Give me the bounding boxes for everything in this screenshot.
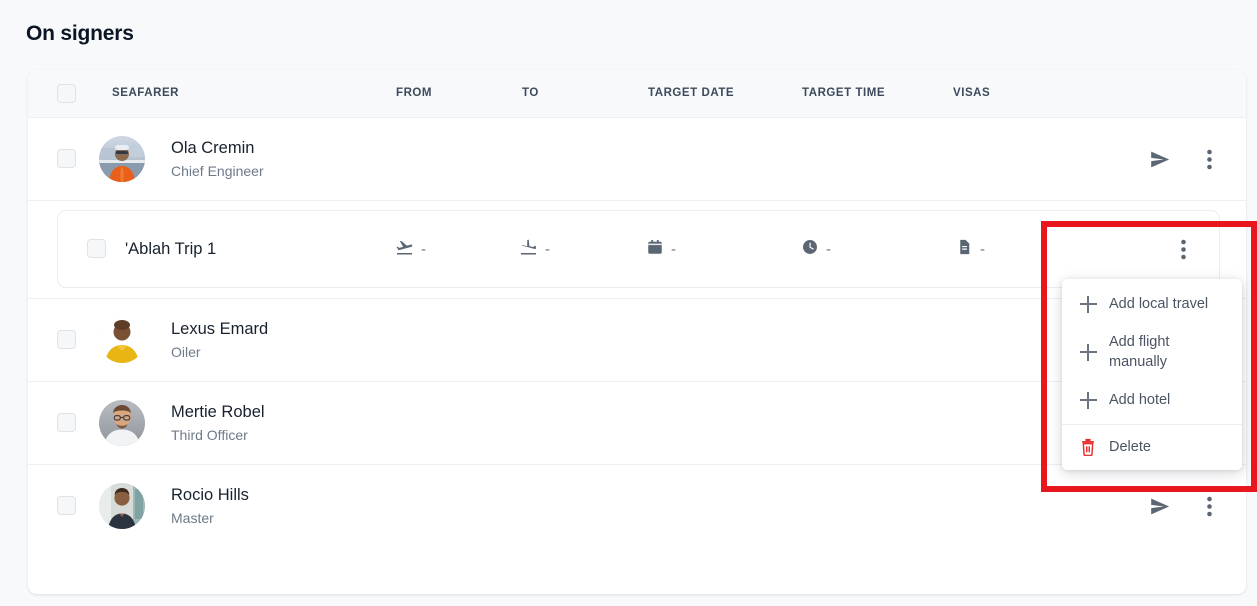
menu-item-delete[interactable]: Delete [1062, 428, 1242, 466]
row-actions [1146, 493, 1222, 519]
menu-divider [1062, 424, 1242, 425]
avatar [99, 136, 145, 182]
page-title: On signers [26, 22, 134, 45]
kebab-menu-icon[interactable] [1196, 493, 1222, 519]
trip-target-time-value: - [826, 240, 831, 258]
avatar [99, 483, 145, 529]
seafarer-rank: Master [171, 509, 214, 526]
trash-icon [1080, 438, 1097, 456]
kebab-menu-icon[interactable] [1196, 146, 1222, 172]
row-select-checkbox[interactable] [57, 496, 76, 515]
column-header-visas: VISAS [953, 87, 991, 99]
trip-card[interactable]: 'Ablah Trip 1 - - - - - [57, 210, 1220, 288]
table-row[interactable]: Rocio Hills Master [28, 465, 1246, 547]
trip-target-date-value: - [671, 240, 676, 258]
column-header-target-time: TARGET TIME [802, 87, 886, 99]
trip-select-checkbox[interactable] [87, 239, 106, 258]
trip-name: 'Ablah Trip 1 [125, 240, 217, 258]
seafarer-name: Mertie Robel [171, 402, 265, 421]
trip-visas-value: - [980, 240, 985, 258]
column-header-to: TO [522, 87, 539, 99]
seafarer-identity: Mertie Robel Third Officer [171, 400, 265, 446]
plus-icon [1080, 343, 1097, 361]
row-select-checkbox[interactable] [57, 149, 76, 168]
menu-item-label: Add hotel [1109, 392, 1171, 408]
trip-cell-to: - [519, 238, 550, 262]
trip-cell-from: - [395, 238, 426, 262]
menu-item-add-hotel[interactable]: Add hotel [1062, 381, 1242, 419]
menu-item-add-flight-manually[interactable]: Add flight manually [1062, 323, 1242, 381]
seafarer-identity: Rocio Hills Master [171, 483, 249, 529]
send-icon[interactable] [1146, 493, 1172, 519]
menu-item-label: Add flight manually [1109, 334, 1170, 370]
avatar [99, 400, 145, 446]
row-actions [1146, 146, 1222, 172]
seafarer-name: Rocio Hills [171, 485, 249, 504]
calendar-icon [646, 238, 664, 261]
table-row[interactable]: Ola Cremin Chief Engineer [28, 118, 1246, 201]
column-header-from: FROM [396, 87, 433, 99]
seafarer-rank: Chief Engineer [171, 162, 264, 179]
column-header-seafarer: SEAFARER [112, 87, 180, 99]
seafarer-identity: Lexus Emard Oiler [171, 317, 268, 363]
trip-kebab-menu-icon[interactable] [1170, 236, 1196, 262]
trip-context-menu: Add local travel Add flight manually Add… [1062, 279, 1242, 470]
menu-item-label: Delete [1109, 439, 1151, 455]
seafarer-rank: Third Officer [171, 426, 248, 443]
seafarer-identity: Ola Cremin Chief Engineer [171, 136, 264, 182]
column-header-target-date: TARGET DATE [648, 87, 735, 99]
seafarer-name: Lexus Emard [171, 319, 269, 338]
avatar [99, 317, 145, 363]
table-header-row: SEAFARER FROM TO TARGET DATE TARGET TIME… [28, 70, 1246, 118]
trip-cell-target-date: - [646, 238, 676, 261]
menu-item-add-local-travel[interactable]: Add local travel [1062, 285, 1242, 323]
document-icon [955, 238, 973, 261]
row-select-checkbox[interactable] [57, 330, 76, 349]
trip-cell-visas: - [955, 238, 985, 261]
seafarer-name: Ola Cremin [171, 138, 255, 157]
flight-takeoff-icon [395, 238, 414, 262]
trip-from-value: - [421, 241, 426, 258]
trip-to-value: - [545, 241, 550, 258]
plus-icon [1080, 295, 1097, 313]
seafarer-rank: Oiler [171, 343, 201, 360]
send-icon[interactable] [1146, 146, 1172, 172]
plus-icon [1080, 391, 1097, 409]
menu-item-label: Add local travel [1109, 296, 1209, 312]
flight-land-icon [519, 238, 538, 262]
clock-icon [801, 238, 819, 261]
select-all-checkbox[interactable] [57, 84, 76, 103]
trip-cell-target-time: - [801, 238, 831, 261]
row-select-checkbox[interactable] [57, 413, 76, 432]
